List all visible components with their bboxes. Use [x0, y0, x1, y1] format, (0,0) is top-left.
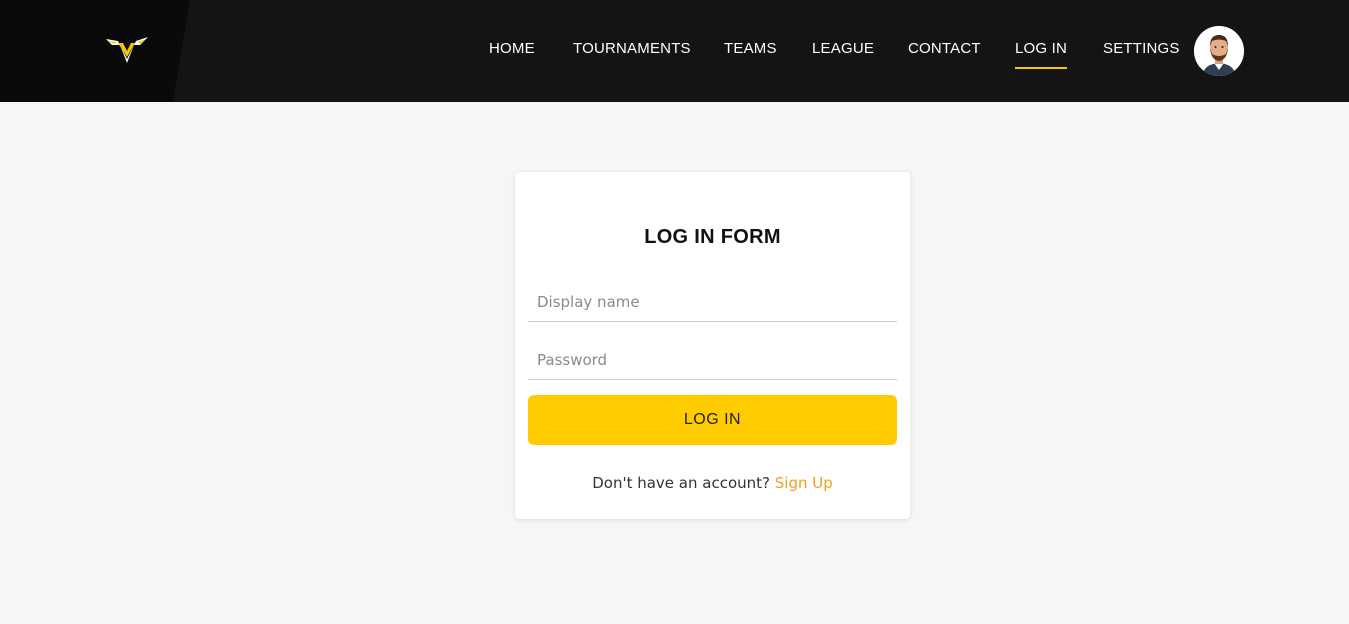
nav-login[interactable]: LOG IN: [1015, 40, 1068, 69]
nav-home[interactable]: HOME: [489, 40, 535, 57]
nav-league[interactable]: LEAGUE: [812, 40, 874, 57]
avatar[interactable]: [1194, 26, 1244, 76]
nav-teams[interactable]: TEAMS: [724, 40, 777, 57]
nav-settings[interactable]: SETTINGS: [1103, 40, 1180, 57]
signup-prompt: Don't have an account?: [592, 474, 770, 492]
top-navbar: HOME TOURNAMENTS TEAMS LEAGUE CONTACT LO…: [0, 0, 1349, 102]
display-name-field[interactable]: [528, 282, 897, 322]
login-button[interactable]: LOG IN: [528, 395, 897, 445]
user-avatar-icon: [1194, 26, 1244, 76]
signup-line: Don't have an account? Sign Up: [515, 474, 910, 492]
nav-tournaments[interactable]: TOURNAMENTS: [573, 40, 691, 57]
main-nav: HOME TOURNAMENTS TEAMS LEAGUE CONTACT LO…: [0, 0, 1349, 102]
nav-contact[interactable]: CONTACT: [908, 40, 981, 57]
form-title: LOG IN FORM: [644, 226, 781, 248]
login-form-card: LOG IN FORM LOG IN Don't have an account…: [515, 172, 910, 519]
signup-link[interactable]: Sign Up: [775, 474, 833, 492]
password-field[interactable]: [528, 340, 897, 380]
